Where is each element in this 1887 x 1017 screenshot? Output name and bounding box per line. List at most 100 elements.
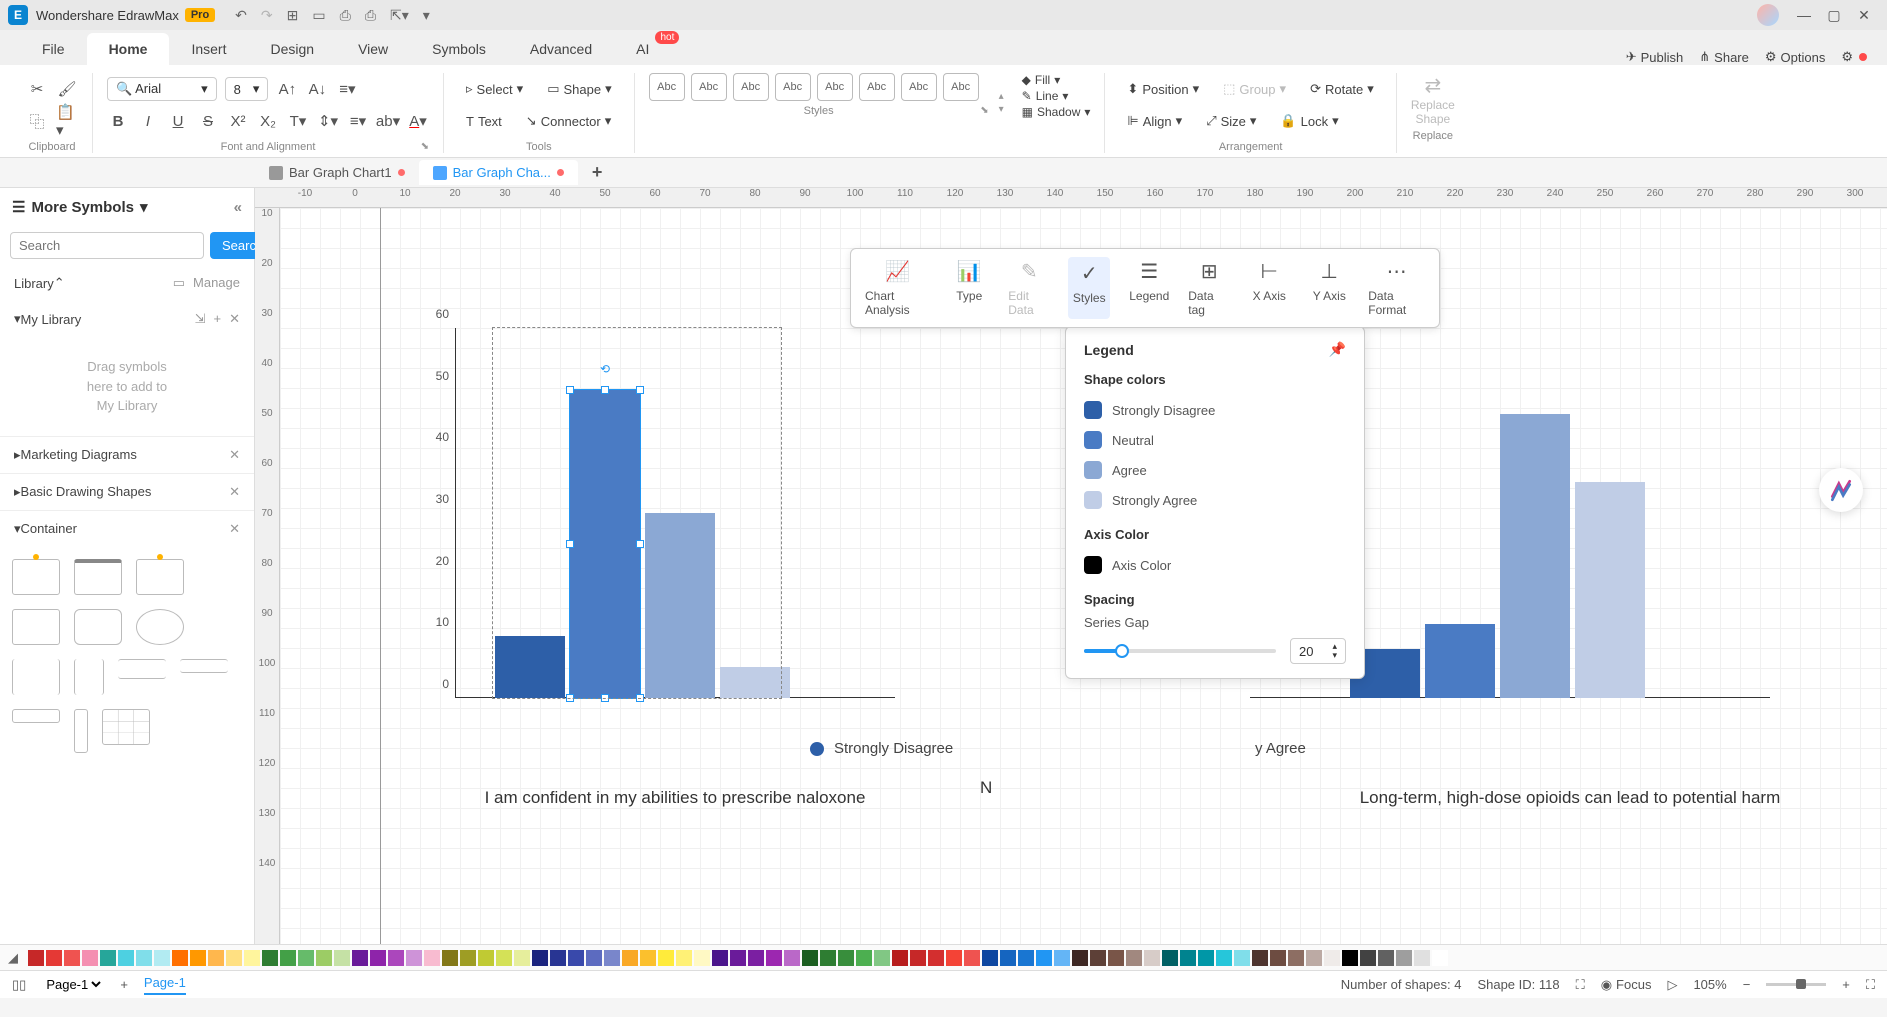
color-swatch[interactable] [496,950,512,966]
select-button[interactable]: ▹ Select ▾ [458,77,531,101]
tab-file[interactable]: File [20,33,87,65]
chart-bar[interactable] [645,513,715,698]
chart-tool-data-format[interactable]: ⋯Data Format [1368,257,1425,319]
import-icon[interactable]: ⇲ [195,311,206,327]
font-size-select[interactable]: 8▾ [225,77,269,101]
italic-icon[interactable]: I [137,110,159,132]
shape-thumb[interactable] [74,609,122,645]
align-button[interactable]: ⊫ Align ▾ [1119,109,1190,133]
case-icon[interactable]: T▾ [287,110,309,132]
color-swatch[interactable] [424,950,440,966]
color-swatch[interactable] [532,950,548,966]
shape-thumb[interactable] [74,559,122,595]
style-swatch[interactable]: Abc [901,73,937,101]
color-swatch[interactable] [226,950,242,966]
color-swatch[interactable] [1072,950,1088,966]
legend-series-item[interactable]: Strongly Agree [1084,485,1346,515]
close-icon[interactable]: ✕ [229,521,240,537]
color-swatch[interactable] [352,950,368,966]
rotate-button[interactable]: ⟳ Rotate ▾ [1302,77,1382,101]
doc-tab[interactable]: Bar Graph Cha... [419,160,578,185]
color-swatch[interactable] [64,950,80,966]
add-tab-button[interactable]: + [578,157,617,188]
group-button[interactable]: ⬚ Group ▾ [1215,77,1294,101]
color-swatch[interactable] [1090,950,1106,966]
color-swatch[interactable] [1234,950,1250,966]
size-button[interactable]: ⤢ Size ▾ [1198,109,1264,133]
more-icon[interactable]: ▾ [423,7,430,24]
chart-bar[interactable] [720,667,790,698]
text-button[interactable]: T Text [458,110,510,133]
color-swatch[interactable] [154,950,170,966]
color-swatch[interactable] [982,950,998,966]
color-swatch[interactable] [406,950,422,966]
color-swatch[interactable] [712,950,728,966]
color-swatch[interactable] [748,950,764,966]
page-layout-icon[interactable]: ▯▯ [12,977,26,993]
search-input[interactable] [10,232,204,259]
tab-advanced[interactable]: Advanced [508,33,614,65]
avatar[interactable] [1757,4,1779,26]
color-swatch[interactable] [172,950,188,966]
color-swatch[interactable] [892,950,908,966]
shape-thumb[interactable] [118,659,166,679]
scroll-down-icon[interactable]: ▾ [999,104,1004,115]
sidebar-cat[interactable]: ▸ Basic Drawing Shapes✕ [0,473,254,510]
style-swatch[interactable]: Abc [859,73,895,101]
legend-series-item[interactable]: Agree [1084,455,1346,485]
legend-series-item[interactable]: Neutral [1084,425,1346,455]
fill-button[interactable]: ◆ Fill ▾ [1022,73,1091,87]
chart-bar[interactable] [1425,624,1495,698]
shape-thumb[interactable] [74,709,88,753]
fit-icon[interactable]: ⛶ [1576,977,1585,993]
chart-tool-chart-analysis[interactable]: 📈Chart Analysis [865,257,930,319]
color-swatch[interactable] [1180,950,1196,966]
color-swatch[interactable] [820,950,836,966]
chart-tool-y-axis[interactable]: ⊥Y Axis [1308,257,1350,319]
color-swatch[interactable] [1144,950,1160,966]
format-painter-icon[interactable]: 🖌 [56,78,78,100]
chart-bar[interactable] [1500,414,1570,698]
undo-icon[interactable]: ↶ [235,7,247,24]
shape-thumb[interactable] [180,659,228,673]
ai-button[interactable] [1819,468,1863,512]
line-spacing-icon[interactable]: ⇕▾ [317,110,339,132]
color-swatch[interactable] [604,950,620,966]
line-button[interactable]: ✎ Line ▾ [1022,89,1091,103]
color-swatch[interactable] [694,950,710,966]
share-button[interactable]: ⋔ Share [1699,49,1749,65]
axis-color-swatch[interactable] [1084,556,1102,574]
redo-icon[interactable]: ↷ [261,7,273,24]
shape-thumb[interactable] [74,659,104,695]
cut-icon[interactable]: ✂ [26,78,48,100]
close-icon[interactable]: ✕ [1849,7,1879,24]
library-row[interactable]: Library ⌃▭ Manage [0,265,254,301]
zoom-in-icon[interactable]: + [1842,977,1850,992]
color-swatch[interactable] [658,950,674,966]
page-select[interactable]: Page-1 [42,976,104,993]
color-swatch[interactable] [28,950,44,966]
color-swatch[interactable] [1198,950,1214,966]
color-swatch[interactable] [838,950,854,966]
font-family-select[interactable]: 🔍 Arial▾ [107,77,217,101]
mylibrary-row[interactable]: ▾ My Library⇲+✕ [0,301,254,337]
shape-thumb[interactable] [12,709,60,723]
color-swatch[interactable] [568,950,584,966]
superscript-icon[interactable]: X² [227,110,249,132]
doc-tab[interactable]: Bar Graph Chart1 [255,160,419,185]
bold-icon[interactable]: B [107,110,129,132]
legend-series-item[interactable]: Strongly Disagree [1084,395,1346,425]
color-swatch[interactable] [1270,950,1286,966]
color-swatch[interactable] [280,950,296,966]
color-swatch[interactable] [262,950,278,966]
color-swatch[interactable] [370,950,386,966]
style-swatch[interactable]: Abc [943,73,979,101]
lock-button[interactable]: 🔒 Lock ▾ [1272,109,1346,133]
color-swatch[interactable] [1396,950,1412,966]
color-swatch[interactable] [1036,950,1052,966]
color-swatch[interactable] [1324,950,1340,966]
chart-bar[interactable]: ⟲ [570,390,640,698]
shape-thumb[interactable] [12,609,60,645]
replace-shape-icon[interactable]: ⇄ [1424,73,1441,98]
page-tab[interactable]: Page-1 [144,975,186,995]
